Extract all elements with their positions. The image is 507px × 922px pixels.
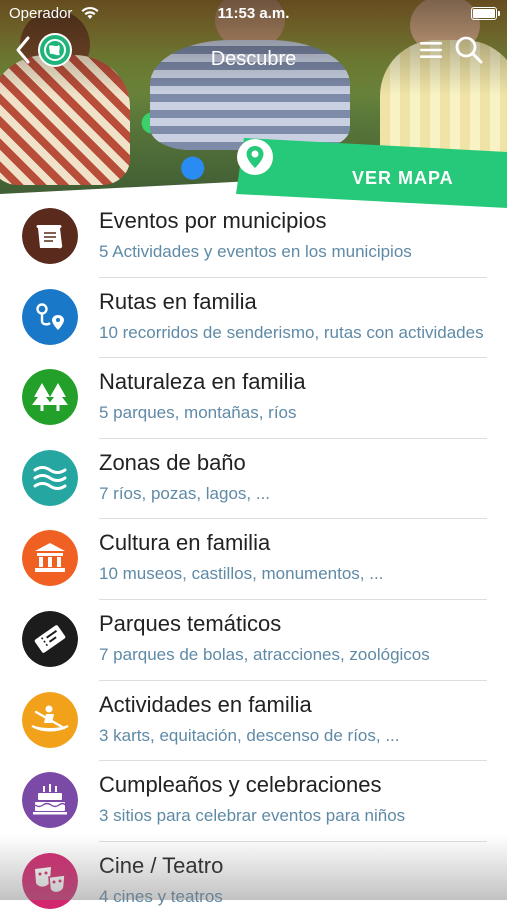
- menu-button[interactable]: [417, 36, 445, 64]
- list-item-subtitle: 3 sitios para celebrar eventos para niño…: [99, 806, 406, 826]
- status-bar: Operador 11:53 a.m.: [0, 0, 507, 28]
- list-item[interactable]: Parques temáticos 7 parques de bolas, at…: [0, 600, 507, 681]
- list-item-title: Eventos por municipios: [99, 208, 327, 233]
- theater-masks-icon: [22, 852, 78, 909]
- list-item[interactable]: Rutas en familia 10 recorridos de sender…: [0, 278, 507, 359]
- status-time: 11:53 a.m.: [217, 5, 290, 22]
- list-item-title: Parques temáticos: [99, 610, 282, 636]
- category-list: Eventos por municipios 5 Actividades y e…: [0, 197, 507, 922]
- waves-icon: [22, 449, 78, 506]
- scroll-icon: [22, 208, 78, 264]
- list-item[interactable]: Actividades en familia 3 karts, equitaci…: [0, 681, 507, 762]
- list-item-subtitle: 3 karts, equitación, descenso de ríos, .…: [99, 725, 400, 745]
- list-item[interactable]: Cine / Teatro 4 cines y teatros: [0, 842, 507, 922]
- list-item[interactable]: Zonas de baño 7 ríos, pozas, lagos, ...: [0, 439, 507, 520]
- hamburger-menu-icon: [420, 42, 442, 58]
- list-item-subtitle: 5 Actividades y eventos en los municipio…: [99, 242, 412, 261]
- list-item[interactable]: Eventos por municipios 5 Actividades y e…: [0, 197, 507, 278]
- list-item-subtitle: 5 parques, montañas, ríos: [99, 403, 297, 423]
- list-item-subtitle: 7 ríos, pozas, lagos, ...: [99, 483, 271, 503]
- list-item-title: Naturaleza en familia: [99, 369, 306, 395]
- list-item[interactable]: Cultura en familia 10 museos, castillos,…: [0, 519, 507, 600]
- nav-bar: Descubre: [0, 28, 507, 72]
- museum-icon: [22, 530, 78, 587]
- list-item-subtitle: 10 museos, castillos, monumentos, ...: [99, 564, 384, 584]
- search-icon: [455, 36, 483, 64]
- route-icon: [22, 288, 78, 345]
- list-item-subtitle: 7 parques de bolas, atracciones, zoológi…: [99, 644, 430, 664]
- list-item[interactable]: Cumpleaños y celebraciones 3 sitios para…: [0, 761, 507, 842]
- kayak-icon: [22, 691, 78, 748]
- search-button[interactable]: [453, 34, 485, 66]
- list-item-title: Rutas en familia: [99, 288, 257, 314]
- chevron-left-icon: [16, 33, 72, 67]
- trees-icon: [22, 369, 78, 426]
- battery-icon: [471, 7, 500, 20]
- list-item-title: Zonas de baño: [99, 449, 246, 475]
- list-item-title: Cine / Teatro: [99, 852, 224, 878]
- list-item-subtitle: 4 cines y teatros: [99, 886, 223, 906]
- back-button[interactable]: [14, 32, 74, 68]
- list-item[interactable]: Naturaleza en familia 5 parques, montaña…: [0, 358, 507, 439]
- location-pin-icon: [237, 139, 273, 175]
- cake-icon: [22, 772, 78, 829]
- list-item-title: Actividades en familia: [99, 691, 312, 717]
- list-item-subtitle: 10 recorridos de senderismo, rutas con a…: [99, 322, 484, 342]
- view-map-label: VER MAPA: [352, 168, 454, 188]
- list-item-title: Cultura en familia: [99, 530, 271, 556]
- ticket-icon: [22, 610, 78, 667]
- list-item-title: Cumpleaños y celebraciones: [99, 772, 382, 798]
